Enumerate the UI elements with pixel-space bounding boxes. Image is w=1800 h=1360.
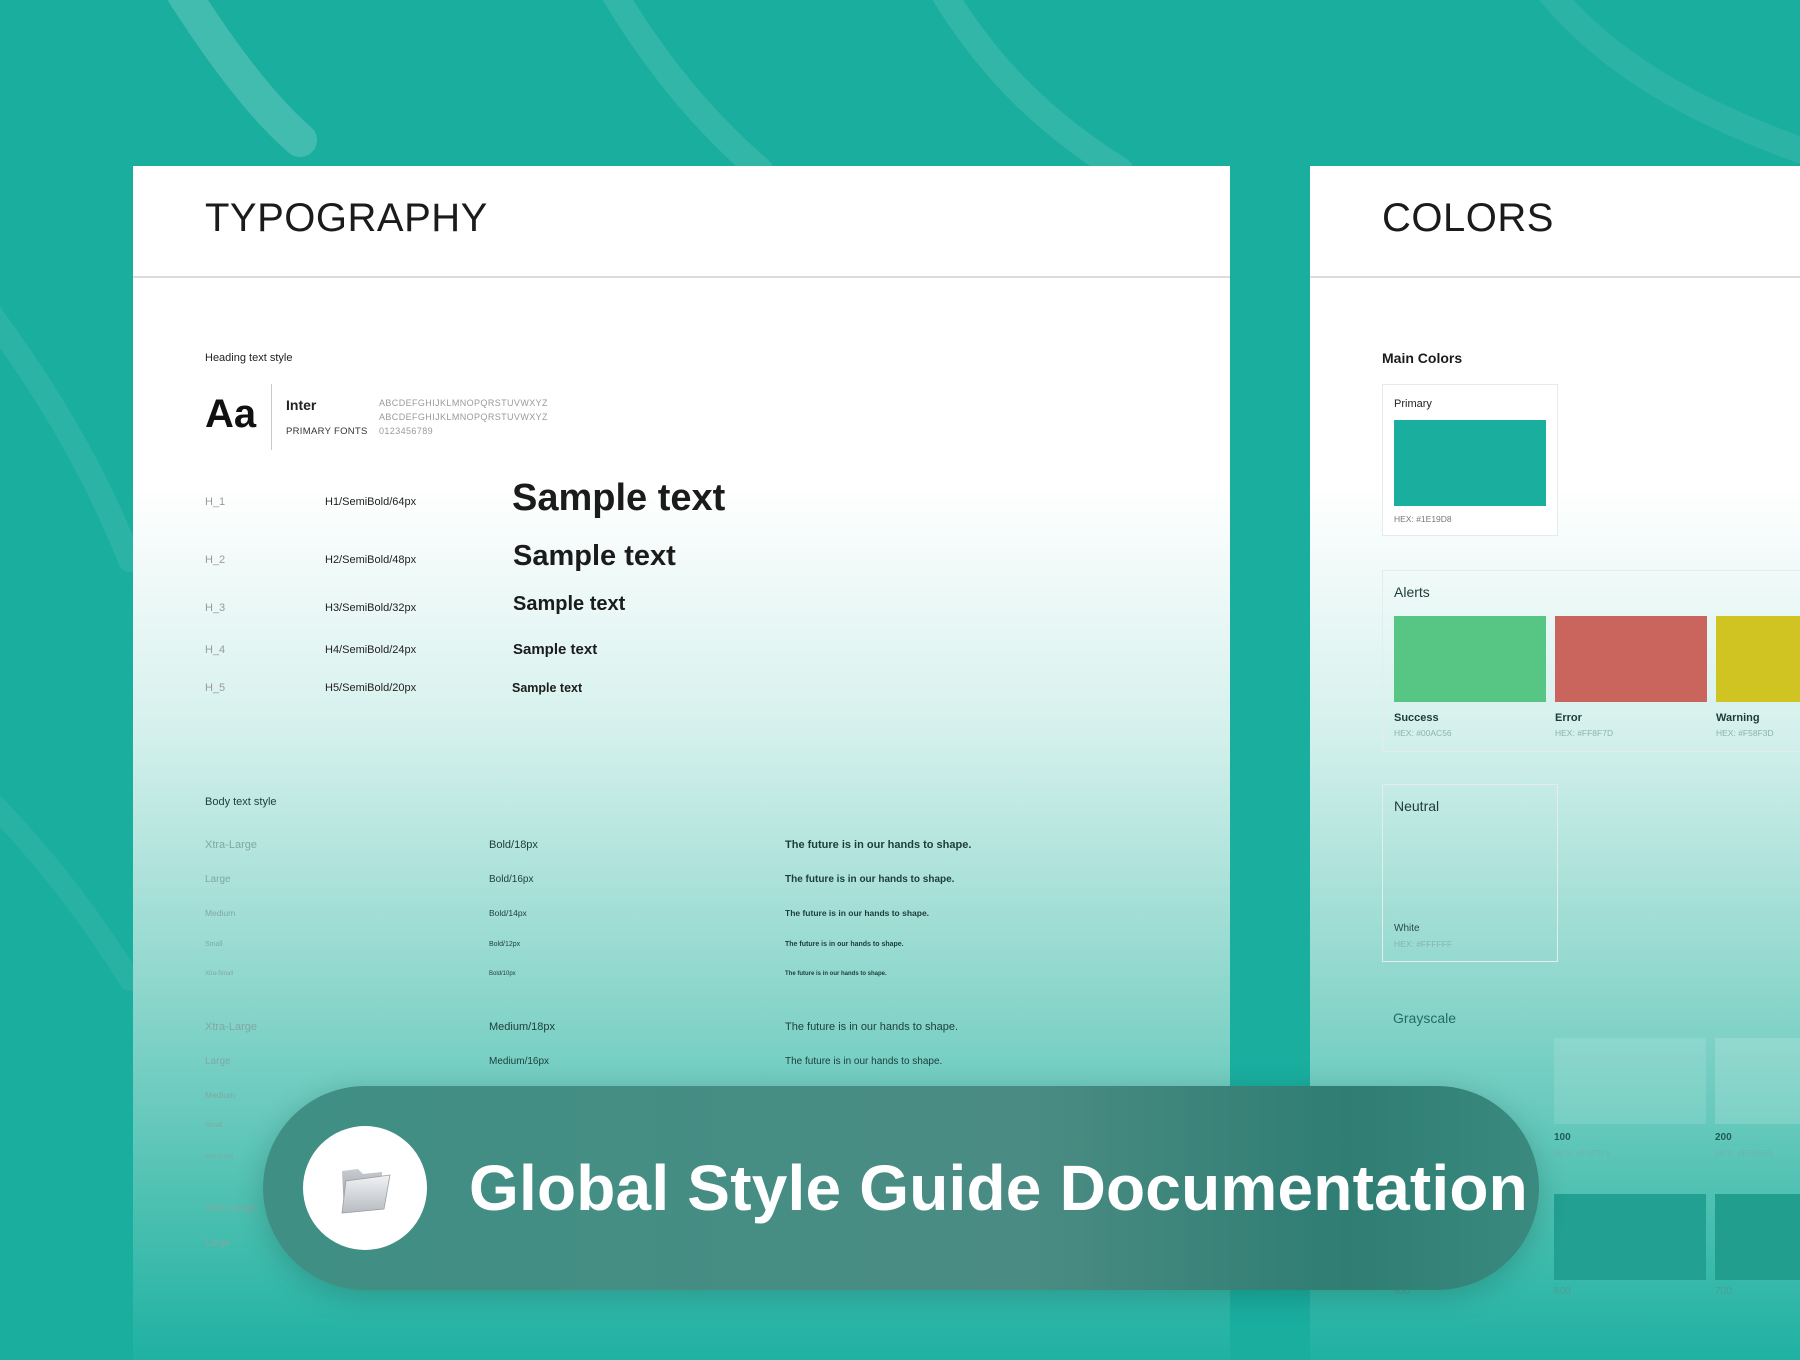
body-sample: The future is in our hands to shape.: [785, 874, 955, 885]
body-sample: The future is in our hands to shape.: [785, 941, 904, 948]
title-banner: Global Style Guide Documentation: [263, 1086, 1539, 1290]
heading-sample: Sample text: [513, 540, 676, 572]
body-sample: The future is in our hands to shape.: [785, 971, 887, 977]
heading-spec: H4/SemiBold/24px: [325, 644, 417, 656]
heading-code: H_3: [205, 602, 226, 614]
body-sample: The future is in our hands to shape.: [785, 1056, 943, 1067]
neutral-title: Neutral: [1394, 798, 1440, 814]
body-sample: The future is in our hands to shape.: [785, 908, 930, 918]
heading-sample: Sample text: [513, 593, 626, 615]
heading-spec: H5/SemiBold/20px: [325, 682, 417, 694]
banner-icon-circle: [303, 1126, 427, 1250]
success-name: Success: [1394, 712, 1439, 724]
banner-title: Global Style Guide Documentation: [469, 1152, 1528, 1224]
body-size-name: Xtra-Small: [205, 1154, 234, 1160]
success-hex: HEX: #00AC56: [1394, 728, 1452, 738]
body-size-name: Large: [205, 1238, 231, 1249]
warning-swatch[interactable]: [1716, 616, 1800, 702]
body-spec: Bold/18px: [489, 839, 538, 851]
glyph-uppercase-2: ABCDEFGHIJKLMNOPQRSTUVWXYZ: [379, 412, 548, 422]
typography-header: TYPOGRAPHY: [133, 166, 1230, 278]
gray-200-label: 200: [1715, 1132, 1732, 1143]
body-spec: Bold/16px: [489, 874, 534, 885]
white-name: White: [1394, 923, 1420, 934]
warning-hex: HEX: #F58F3D: [1716, 728, 1774, 738]
heading-spec: H2/SemiBold/48px: [325, 554, 417, 566]
body-size-name: Small: [205, 1122, 223, 1129]
specimen-divider: [271, 384, 272, 450]
warning-name: Warning: [1716, 712, 1760, 724]
gray-100-hex: HEX: #F5F5F5: [1554, 1148, 1611, 1158]
heading-spec: H3/SemiBold/32px: [325, 602, 417, 614]
heading-code: H_5: [205, 682, 226, 694]
gray-200-hex: HEX: #E5E5E5: [1715, 1148, 1774, 1158]
main-colors-label: Main Colors: [1382, 350, 1463, 366]
heading-sample: Sample text: [512, 681, 583, 695]
body-size-name: Large: [205, 874, 231, 885]
alerts-card: Alerts Success HEX: #00AC56 Error HEX: #…: [1382, 570, 1800, 752]
colors-title: COLORS: [1382, 195, 1554, 240]
error-hex: HEX: #FF8F7D: [1555, 728, 1614, 738]
body-spec: Bold/12px: [489, 941, 521, 948]
error-name: Error: [1555, 712, 1582, 724]
heading-section-label: Heading text style: [205, 352, 293, 364]
body-spec: Bold/14px: [489, 908, 527, 918]
body-size-name: Medium: [205, 1090, 236, 1100]
heading-code: H_4: [205, 644, 226, 656]
primary-hex: HEX: #1E19D8: [1394, 514, 1452, 524]
body-section-label: Body text style: [205, 796, 277, 808]
glyph-set: ABCDEFGHIJKLMNOPQRSTUVWXYZ ABCDEFGHIJKLM…: [379, 396, 548, 438]
body-size-name: Medium: [205, 908, 236, 918]
primary-color-card[interactable]: Primary HEX: #1E19D8: [1382, 384, 1558, 536]
body-size-name: Large: [205, 1056, 231, 1067]
gray-100-swatch[interactable]: [1554, 1038, 1706, 1124]
body-size-name: Xtra-Large: [205, 839, 257, 851]
colors-header: COLORS: [1310, 166, 1800, 278]
white-hex: HEX: #FFFFFF: [1394, 939, 1453, 949]
body-sample: The future is in our hands to shape.: [785, 839, 972, 851]
grayscale-title: Grayscale: [1393, 1010, 1457, 1026]
heading-code: H_1: [205, 496, 226, 508]
font-kind: PRIMARY FONTS: [286, 426, 368, 437]
primary-swatch: [1394, 420, 1546, 506]
body-spec: Medium/16px: [489, 1056, 550, 1067]
glyph-digits: 0123456789: [379, 426, 434, 436]
body-spec: Bold/10px: [489, 971, 516, 977]
gray-700-label: 700: [1715, 1286, 1732, 1297]
error-swatch[interactable]: [1555, 616, 1707, 702]
heading-sample: Sample text: [512, 477, 726, 519]
gray-200-swatch[interactable]: [1715, 1038, 1800, 1124]
body-spec: Medium/18px: [489, 1021, 556, 1033]
body-sample: The future is in our hands to shape.: [785, 1021, 959, 1033]
body-size-name: Xtra-Large: [205, 1202, 257, 1214]
font-name: Inter: [286, 397, 317, 413]
heading-spec: H1/SemiBold/64px: [325, 496, 417, 508]
typography-title: TYPOGRAPHY: [205, 195, 488, 240]
font-specimen-aa: Aa: [205, 392, 257, 436]
body-size-name: Xtra-Large: [205, 1021, 257, 1033]
heading-sample: Sample text: [513, 641, 598, 658]
folder-icon: [341, 1169, 391, 1214]
alerts-title: Alerts: [1394, 584, 1430, 600]
body-size-name: Xtra-Small: [205, 971, 234, 977]
gray-100-label: 100: [1554, 1132, 1571, 1143]
gray-600-swatch[interactable]: [1554, 1194, 1706, 1280]
neutral-card: Neutral White HEX: #FFFFFF: [1382, 784, 1558, 962]
gray-600-label: 600: [1554, 1286, 1571, 1297]
gray-700-swatch[interactable]: [1715, 1194, 1800, 1280]
heading-code: H_2: [205, 554, 226, 566]
success-swatch[interactable]: [1394, 616, 1546, 702]
body-size-name: Small: [205, 941, 223, 948]
primary-color-name: Primary: [1394, 398, 1432, 410]
glyph-uppercase: ABCDEFGHIJKLMNOPQRSTUVWXYZ: [379, 398, 548, 408]
